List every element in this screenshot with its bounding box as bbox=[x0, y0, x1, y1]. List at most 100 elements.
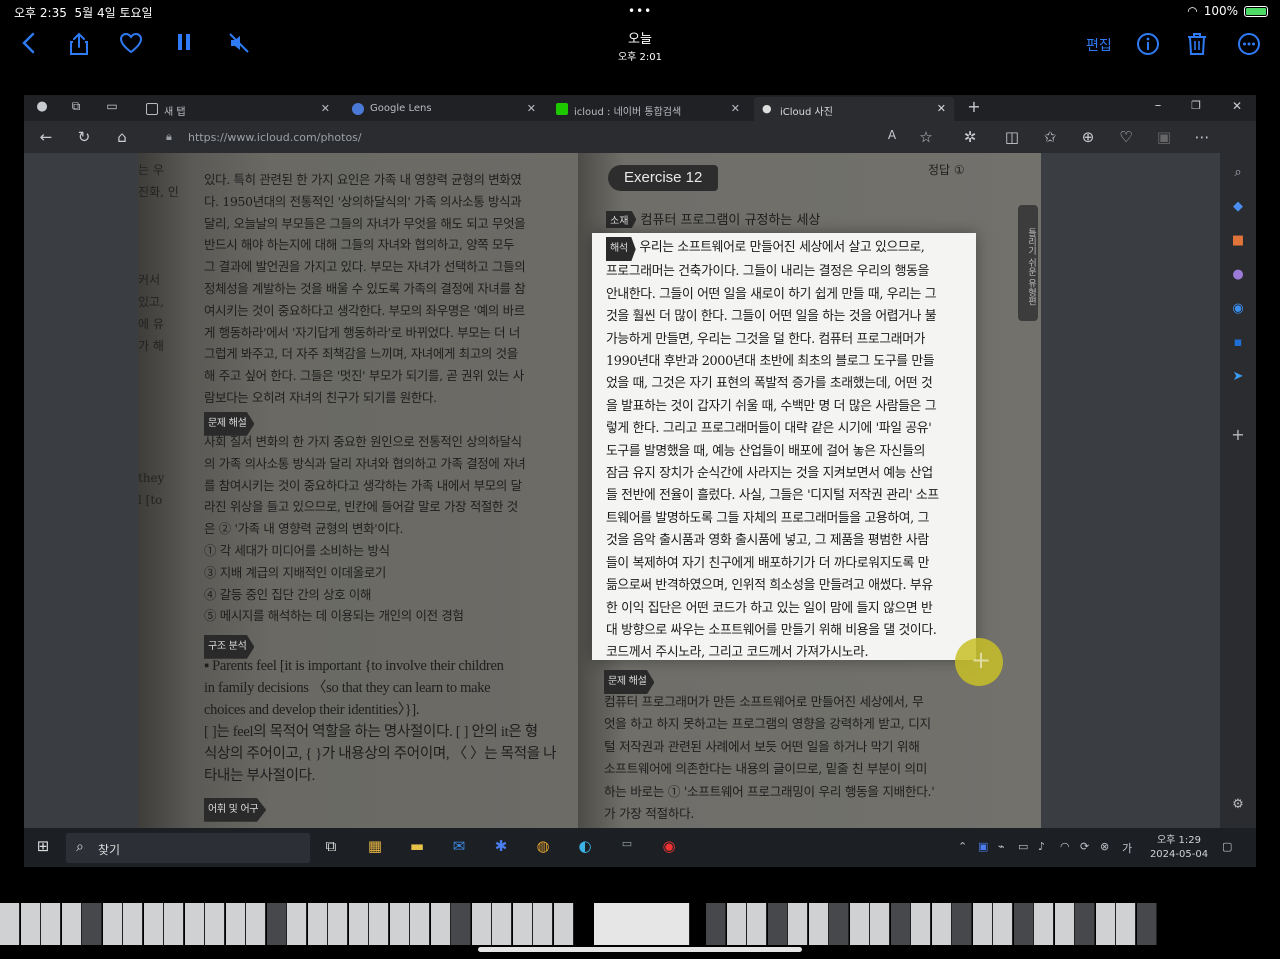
tray-network-icon[interactable]: ⌁ bbox=[998, 840, 1005, 853]
bluetooth-app-icon[interactable]: ✱ bbox=[490, 837, 512, 857]
settings-more-icon[interactable]: ⋯ bbox=[1192, 128, 1212, 146]
sidebar-search-icon[interactable]: ⌕ bbox=[1228, 165, 1248, 181]
thumbnail[interactable] bbox=[788, 903, 808, 945]
thumbnail[interactable] bbox=[164, 903, 184, 945]
thumbnail[interactable] bbox=[1054, 903, 1075, 945]
thumbnail[interactable] bbox=[870, 903, 890, 945]
thumbnail[interactable] bbox=[430, 903, 451, 945]
trash-icon[interactable] bbox=[1182, 32, 1212, 63]
sidebar-settings-icon[interactable]: ⚙ bbox=[1228, 797, 1248, 813]
window-close-icon[interactable]: ✕ bbox=[1227, 99, 1247, 113]
tab-actions-icon[interactable]: ▭ bbox=[102, 99, 122, 113]
thumbnail[interactable] bbox=[348, 903, 369, 945]
lens-handle-icon[interactable] bbox=[955, 638, 1003, 686]
tray-close-icon[interactable]: ⊗ bbox=[1100, 840, 1109, 853]
screenshot-icon[interactable]: ▣ bbox=[1154, 128, 1174, 146]
multitask-dots-icon[interactable]: ••• bbox=[628, 4, 652, 18]
thumbnail[interactable] bbox=[20, 903, 41, 945]
thumbnail[interactable] bbox=[184, 903, 205, 945]
tray-app-icon[interactable]: ▣ bbox=[978, 840, 988, 853]
thumbnail[interactable] bbox=[911, 903, 931, 945]
more-icon[interactable] bbox=[1234, 32, 1264, 63]
thumbnail[interactable] bbox=[369, 903, 389, 945]
tray-volume-icon[interactable]: ♪ bbox=[1038, 840, 1045, 853]
pause-icon[interactable] bbox=[169, 32, 199, 59]
thumbnail[interactable] bbox=[726, 903, 747, 945]
home-icon[interactable]: ⌂ bbox=[112, 128, 132, 146]
restore-icon[interactable]: ❐ bbox=[1186, 99, 1206, 112]
share-icon[interactable] bbox=[64, 32, 94, 63]
thumbnail[interactable] bbox=[328, 903, 348, 945]
thumbnail[interactable] bbox=[931, 903, 952, 945]
thumbnail[interactable] bbox=[143, 903, 164, 945]
thumbnail[interactable] bbox=[41, 903, 61, 945]
url-field[interactable]: https://www.icloud.com/photos/ bbox=[188, 131, 362, 144]
tray-battery-icon[interactable]: ▭ bbox=[1018, 840, 1028, 853]
collections-icon[interactable]: ⧉ bbox=[66, 99, 86, 114]
new-tab-plus-icon[interactable]: + bbox=[964, 97, 984, 116]
thumbnail[interactable] bbox=[82, 903, 102, 945]
info-icon[interactable] bbox=[1133, 32, 1163, 63]
thumbnail[interactable] bbox=[1116, 903, 1136, 945]
profile-icon[interactable]: ● bbox=[32, 99, 52, 114]
chrome-icon[interactable]: ◍ bbox=[532, 837, 554, 857]
thumbnail[interactable] bbox=[389, 903, 410, 945]
task-view-icon[interactable]: ⧉ bbox=[320, 837, 342, 857]
thumbnail[interactable] bbox=[767, 903, 788, 945]
edit-button[interactable]: 편집 bbox=[1086, 35, 1112, 55]
tray-sync-icon[interactable]: ⟳ bbox=[1080, 840, 1089, 853]
thumbnail[interactable] bbox=[952, 903, 972, 945]
file-explorer-icon[interactable]: ▬ bbox=[406, 837, 428, 857]
thumbnail[interactable] bbox=[205, 903, 225, 945]
thumbnail[interactable] bbox=[61, 903, 82, 945]
thumbnail[interactable] bbox=[1034, 903, 1054, 945]
thumbnail[interactable] bbox=[890, 903, 911, 945]
thumbnail[interactable] bbox=[706, 903, 726, 945]
close-tab-icon[interactable]: ✕ bbox=[321, 102, 330, 115]
favorite-heart-icon[interactable] bbox=[116, 32, 146, 61]
thumbnail[interactable] bbox=[829, 903, 849, 945]
thumbnail[interactable] bbox=[123, 903, 143, 945]
extensions-icon[interactable]: ✲ bbox=[960, 128, 980, 146]
edge-icon[interactable]: ◐ bbox=[574, 837, 596, 857]
sidebar-add-icon[interactable]: + bbox=[1228, 425, 1248, 444]
store-icon[interactable]: ▦ bbox=[364, 837, 386, 857]
thumbnail[interactable] bbox=[972, 903, 993, 945]
close-tab-icon[interactable]: ✕ bbox=[937, 102, 946, 115]
tray-chevron-icon[interactable]: ⌃ bbox=[958, 840, 967, 853]
record-icon[interactable]: ◉ bbox=[658, 837, 680, 857]
thumbnail[interactable] bbox=[808, 903, 829, 945]
thumbnail[interactable] bbox=[246, 903, 266, 945]
windows-start-icon[interactable]: ⊞ bbox=[32, 837, 54, 857]
sidebar-outlook-icon[interactable]: ▪ bbox=[1228, 335, 1248, 351]
performance-icon[interactable]: ♡ bbox=[1116, 128, 1136, 146]
thumbnail[interactable] bbox=[594, 903, 690, 945]
back-icon[interactable] bbox=[14, 32, 44, 61]
sidebar-people-icon[interactable]: ● bbox=[1228, 267, 1248, 283]
thumbnail[interactable] bbox=[266, 903, 287, 945]
thumbnail[interactable] bbox=[1095, 903, 1116, 945]
taskbar-search[interactable]: ⌕ 찾기 bbox=[66, 833, 310, 863]
split-screen-icon[interactable]: ◫ bbox=[1002, 128, 1022, 146]
tab-icloud-photos[interactable]: ● iCloud 사진 ✕ bbox=[754, 97, 954, 121]
thumbnail[interactable] bbox=[471, 903, 492, 945]
favorite-star-icon[interactable]: ☆ bbox=[916, 128, 936, 146]
thumbnail[interactable] bbox=[0, 903, 20, 945]
taskbar-clock[interactable]: 오후 1:29 2024-05-04 bbox=[1144, 834, 1214, 862]
thumbnail[interactable] bbox=[849, 903, 870, 945]
lens-selected-region[interactable]: 해석 우리는 소프트웨어로 만들어진 세상에서 살고 있으므로, 프로그래머는 건… bbox=[592, 233, 976, 660]
minimize-icon[interactable]: – bbox=[1148, 98, 1168, 113]
read-aloud-icon[interactable]: A bbox=[882, 128, 902, 142]
switch-app-icon[interactable]: ▭ bbox=[616, 837, 638, 857]
thumbnail[interactable] bbox=[307, 903, 328, 945]
favorites-icon[interactable]: ✩ bbox=[1040, 128, 1060, 146]
thumbnail[interactable] bbox=[1075, 903, 1095, 945]
thumbnail[interactable] bbox=[410, 903, 430, 945]
mail-icon[interactable]: ✉ bbox=[448, 837, 470, 857]
photo-viewer[interactable]: ● ⧉ ▭ 새 탭 ✕ Google Lens ✕ icloud : 네이버 통… bbox=[24, 95, 1256, 867]
thumbnail[interactable] bbox=[225, 903, 246, 945]
tray-wifi-icon[interactable]: ◠ bbox=[1060, 840, 1070, 853]
thumbnail-strip[interactable] bbox=[0, 903, 1280, 945]
thumbnail[interactable] bbox=[993, 903, 1013, 945]
refresh-icon[interactable]: ↻ bbox=[74, 128, 94, 146]
